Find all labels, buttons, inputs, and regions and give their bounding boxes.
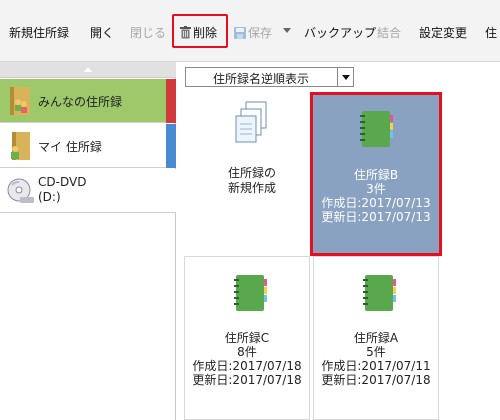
chevron-down-icon (342, 75, 350, 80)
delete-label: 削除 (193, 26, 218, 40)
close-button[interactable]: 閉じる (130, 24, 166, 42)
sort-order-select[interactable]: 住所録名逆順表示 (185, 67, 354, 87)
open-button[interactable]: 開く (90, 24, 114, 42)
tile-name: 住所録C (224, 331, 270, 345)
tile-count: 3件 (366, 182, 386, 196)
cd-dvd-icon (7, 178, 34, 203)
new-tile-line1: 住所録の (227, 166, 276, 180)
addressbook-icon (360, 111, 393, 147)
trash-icon (180, 26, 191, 39)
more-button[interactable]: 住 (485, 24, 497, 42)
arrow-up-icon (84, 67, 92, 72)
tile-count: 8件 (237, 345, 257, 359)
sidebar-item-my-addressbook[interactable]: マイ 住所録 (0, 124, 176, 168)
tile-count: 5件 (366, 345, 386, 359)
addressbook-icon (234, 275, 267, 311)
addressbook-tile-b[interactable]: 住所録B 3件 作成日:2017/07/13 更新日:2017/07/13 (310, 92, 442, 256)
sidebar-item-label: マイ 住所録 (38, 140, 102, 154)
tile-name: 住所録B (353, 168, 399, 182)
delete-button[interactable]: 削除 (180, 24, 217, 42)
sort-order-value: 住所録名逆順表示 (213, 72, 310, 86)
addressbook-tile-c[interactable]: 住所録C 8件 作成日:2017/07/18 更新日:2017/07/18 (184, 256, 310, 420)
addressbook-grid: 住所録名逆順表示 住所録の 新規作成 住所録B 3件 作成日:2017/07/1… (177, 62, 500, 420)
tile-name: 住所録A (353, 331, 399, 345)
merge-button[interactable]: 結合 (377, 24, 401, 42)
addressbook-icon (363, 275, 396, 311)
settings-button[interactable]: 設定変更 (419, 24, 467, 42)
sidebar-color-stripe (166, 124, 176, 168)
backup-button[interactable]: バックアップ (304, 24, 376, 42)
new-addressbook-tile[interactable]: 住所録の 新規作成 (197, 92, 307, 222)
save-dropdown-icon[interactable] (283, 28, 291, 33)
personal-folder-icon (11, 132, 30, 160)
sidebar-color-stripe (166, 79, 176, 123)
shared-folder-icon (10, 87, 30, 115)
new-tile-line2: 新規作成 (227, 181, 276, 195)
sidebar: みんなの住所録 マイ 住所録 CD-DVD (D:) (0, 62, 176, 420)
save-button[interactable]: 保存 (234, 24, 272, 42)
tile-updated: 更新日:2017/07/13 (321, 210, 431, 224)
sidebar-scroll-up[interactable] (0, 62, 176, 78)
save-label: 保存 (248, 26, 273, 40)
new-addressbook-button[interactable]: 新規住所録 (9, 24, 69, 42)
tile-created: 作成日:2017/07/13 (321, 196, 431, 210)
addressbook-tile-a[interactable]: 住所録A 5件 作成日:2017/07/11 更新日:2017/07/18 (313, 256, 439, 420)
tile-updated: 更新日:2017/07/18 (321, 373, 431, 387)
tile-created: 作成日:2017/07/11 (321, 359, 431, 373)
toolbar: 新規住所録 開く 閉じる 削除 保存 バックアップ 結合 設定変更 住 (0, 0, 500, 62)
save-icon (234, 27, 246, 39)
tile-updated: 更新日:2017/07/18 (192, 373, 302, 387)
sidebar-item-cd-dvd[interactable]: CD-DVD (D:) (0, 169, 176, 213)
new-document-icon (235, 101, 267, 143)
sidebar-item-label-line1: CD-DVD (38, 175, 87, 189)
sidebar-item-label: みんなの住所録 (38, 95, 123, 109)
sidebar-item-shared-addressbook[interactable]: みんなの住所録 (0, 79, 176, 123)
tile-created: 作成日:2017/07/18 (192, 359, 302, 373)
sidebar-item-label-line2: (D:) (38, 190, 61, 204)
sort-dropdown-button[interactable] (337, 68, 353, 86)
